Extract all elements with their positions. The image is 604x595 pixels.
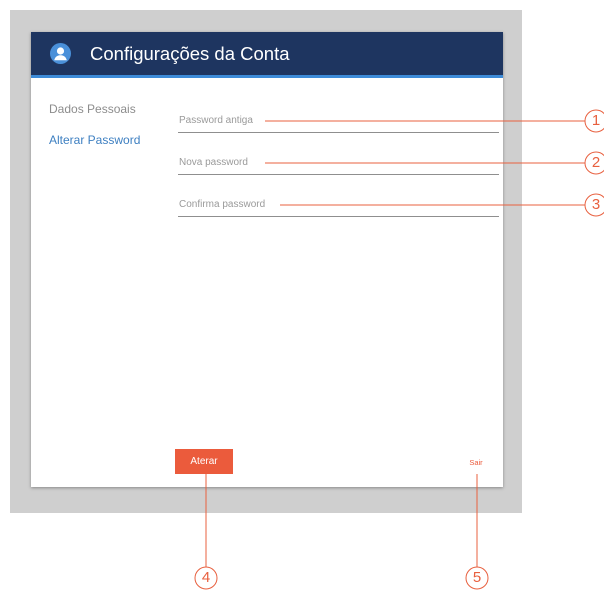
dialog-header: Configurações da Conta [31,32,503,78]
account-settings-dialog: Configurações da Conta Dados Pessoais Al… [31,32,503,487]
submit-button[interactable]: Aterar [175,449,233,474]
sidebar-item-dados-pessoais[interactable]: Dados Pessoais [49,102,136,117]
callout-number-4: 4 [201,569,211,586]
callout-number-3: 3 [591,196,601,213]
old-password-field [178,108,500,133]
callout-number-5: 5 [472,569,482,586]
sidebar-item-alterar-password[interactable]: Alterar Password [49,133,140,148]
dialog-title: Configurações da Conta [90,43,290,64]
new-password-input[interactable] [178,150,500,174]
confirm-password-field [178,192,500,217]
new-password-field [178,150,500,175]
exit-button[interactable]: Sair [464,458,488,467]
confirm-password-input[interactable] [178,192,500,216]
callout-number-2: 2 [591,154,601,171]
user-circle-icon [50,43,71,64]
old-password-input[interactable] [178,108,500,132]
callout-number-1: 1 [591,112,601,129]
